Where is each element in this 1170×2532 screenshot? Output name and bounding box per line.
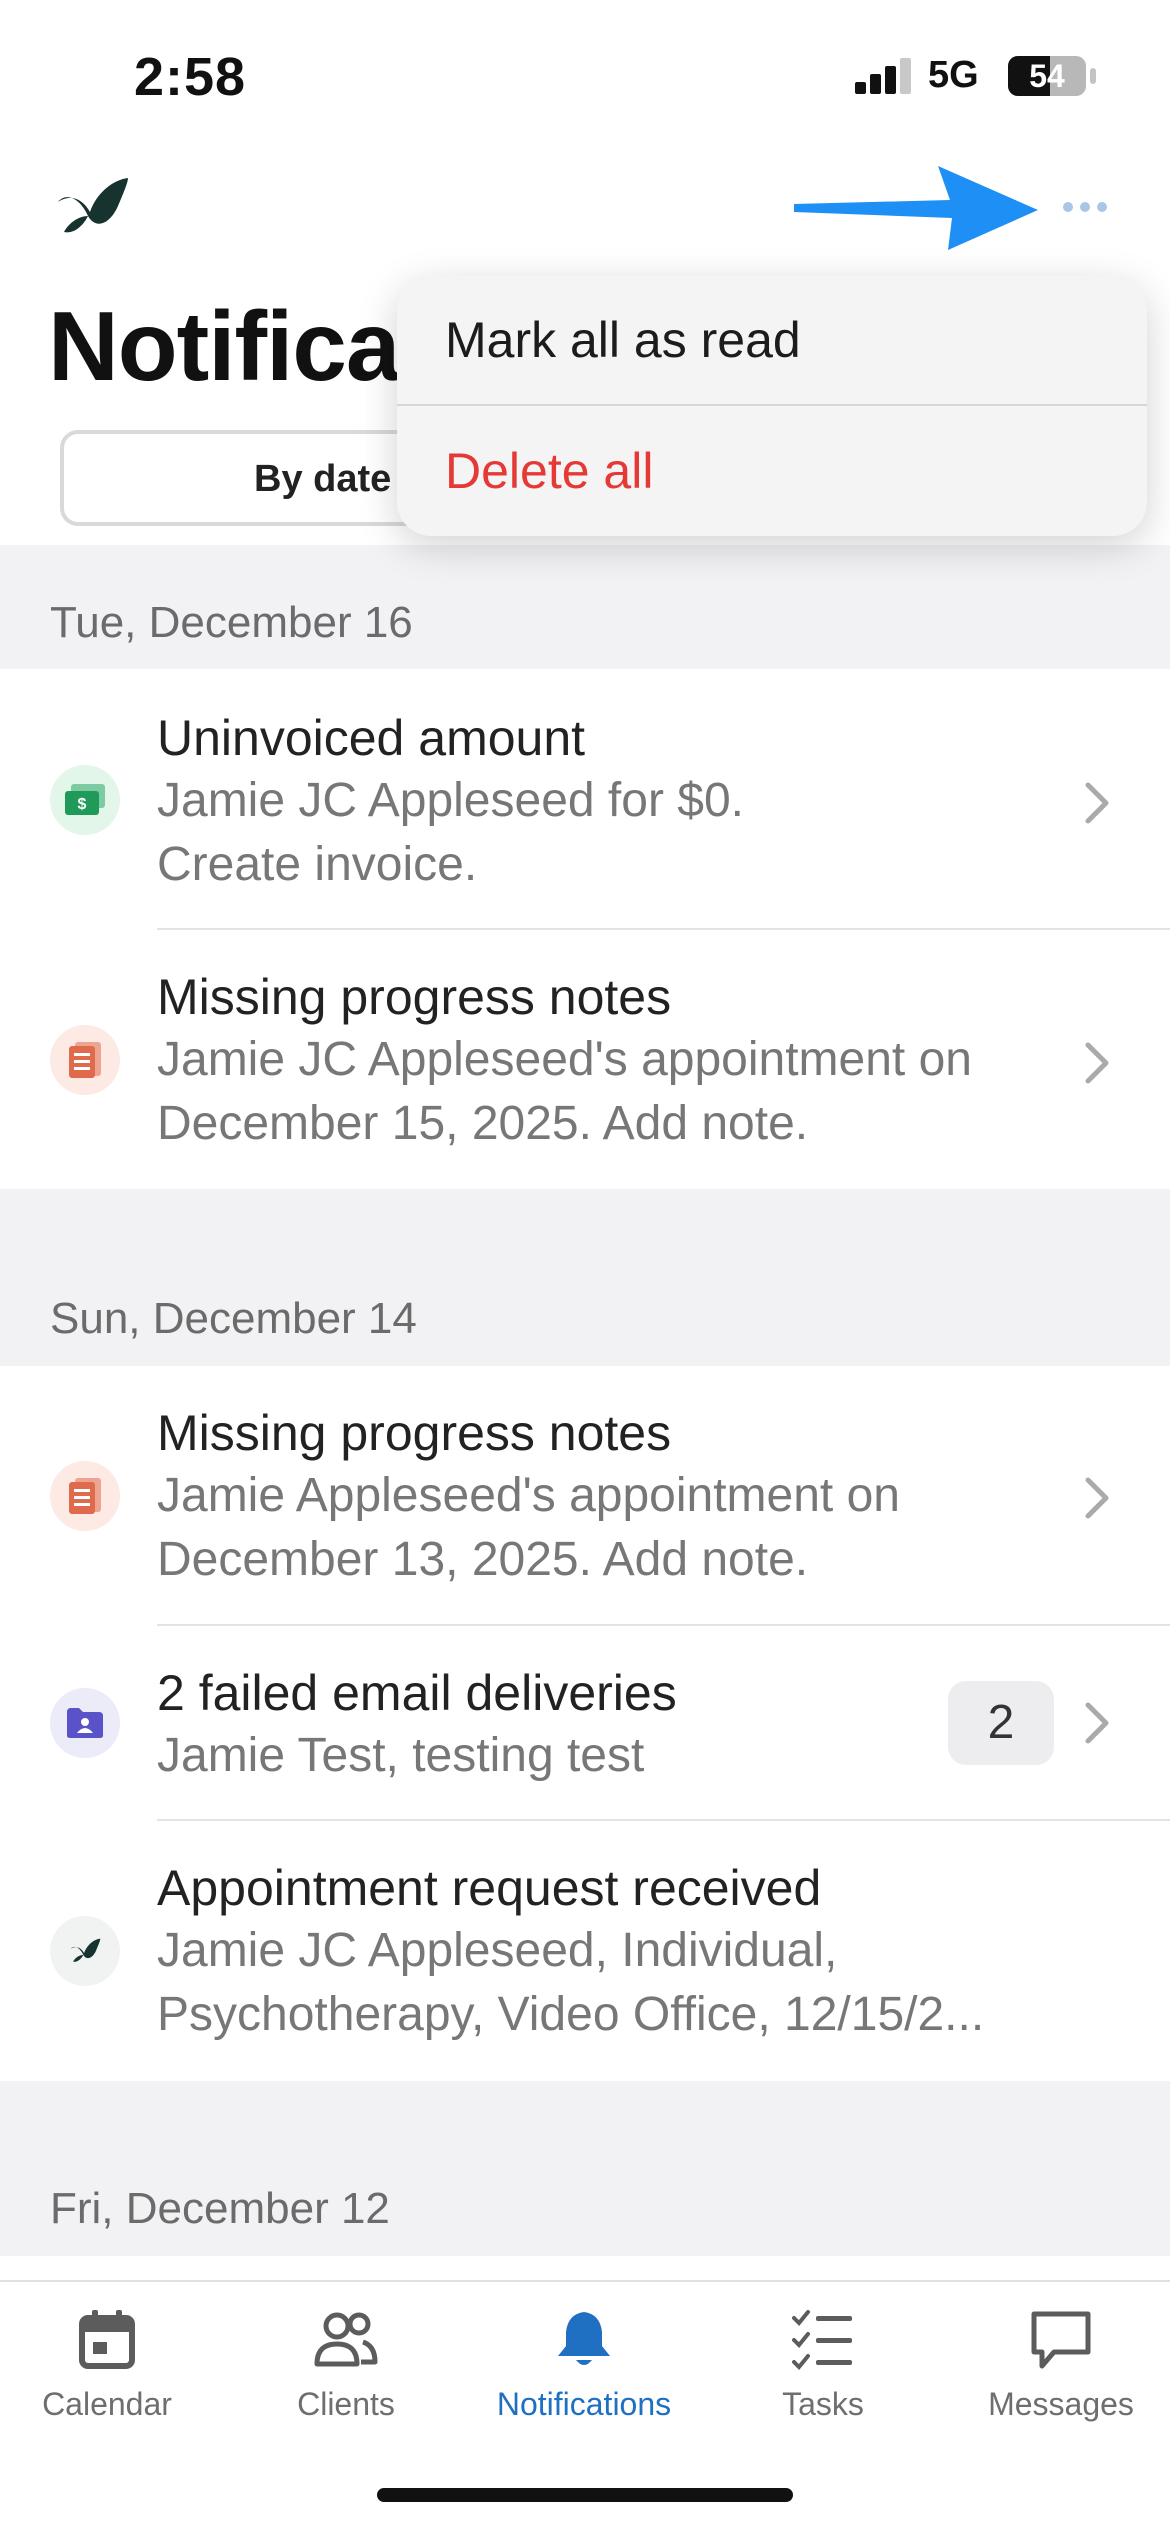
notification-row[interactable]: Missing progress notes Jamie Appleseed's… [0, 1366, 1170, 1626]
checklist-icon [792, 2310, 852, 2370]
tab-notifications[interactable]: Notifications [469, 2308, 699, 2448]
delete-all-menu-item[interactable]: Delete all [397, 406, 1147, 536]
chevron-right-icon [1085, 782, 1109, 824]
notification-row[interactable]: $ Uninvoiced amount Jamie JC Appleseed f… [0, 669, 1170, 930]
battery-cap [1090, 68, 1096, 84]
notification-detail: Jamie JC Appleseed's appointment on [157, 1033, 972, 1086]
section-date-header: Fri, December 12 [50, 2184, 390, 2233]
notification-title: Missing progress notes [157, 1405, 672, 1461]
options-menu: Mark all as read Delete all [397, 276, 1147, 536]
mark-all-read-menu-item[interactable]: Mark all as read [397, 276, 1147, 406]
bell-icon [558, 2312, 610, 2365]
notification-detail: Create invoice. [157, 838, 478, 891]
battery-level: 54 [1029, 58, 1065, 94]
home-indicator [377, 2488, 793, 2502]
battery-icon: 54 [1008, 56, 1086, 96]
notification-detail: Jamie JC Appleseed for $0. [157, 774, 744, 827]
notification-row[interactable]: 2 failed email deliveries Jamie Test, te… [0, 1626, 1170, 1821]
tab-label: Tasks [782, 2386, 864, 2422]
chevron-right-icon [1085, 1477, 1109, 1519]
tab-messages[interactable]: Messages [946, 2308, 1170, 2448]
document-icon [50, 1461, 120, 1531]
status-bar: 2:58 5G 54 [0, 0, 1170, 150]
tab-tasks[interactable]: Tasks [708, 2308, 938, 2448]
annotation-arrow-icon [794, 166, 1038, 250]
notification-group: $ Uninvoiced amount Jamie JC Appleseed f… [0, 669, 1170, 1189]
notification-group: Missing progress notes Jamie Appleseed's… [0, 1366, 1170, 2081]
ellipsis-dot [1097, 202, 1107, 212]
document-icon [50, 1025, 120, 1095]
notification-detail: December 15, 2025. Add note. [157, 1097, 809, 1150]
notification-detail: Jamie JC Appleseed, Individual, [157, 1924, 838, 1977]
chat-bubble-icon [1031, 2311, 1091, 2369]
notification-group [0, 2256, 1170, 2280]
contact-folder-icon [50, 1688, 120, 1758]
notification-detail: Psychotherapy, Video Office, 12/15/2... [157, 1988, 985, 2041]
brand-leaf-icon [50, 1916, 120, 1986]
count-badge: 2 [948, 1681, 1054, 1765]
segment-by-date[interactable]: By date [254, 458, 391, 501]
section-date-header: Sun, December 14 [50, 1294, 417, 1343]
notification-title: Appointment request received [157, 1860, 822, 1916]
notification-title: Uninvoiced amount [157, 710, 586, 766]
notification-detail: Jamie Test, testing test [157, 1729, 645, 1782]
more-options-button[interactable] [1050, 192, 1120, 222]
brand-leaf-icon [58, 178, 128, 233]
tab-label: Notifications [496, 2386, 672, 2422]
chevron-right-icon [1085, 1702, 1109, 1744]
tab-calendar[interactable]: Calendar [0, 2308, 222, 2448]
notification-detail: December 13, 2025. Add note. [157, 1533, 809, 1586]
section-date-header: Tue, December 16 [50, 598, 413, 647]
tab-label: Clients [297, 2386, 395, 2422]
notification-title: 2 failed email deliveries [157, 1665, 677, 1721]
tab-label: Calendar [42, 2386, 172, 2422]
people-icon [314, 2312, 378, 2367]
ellipsis-dot [1080, 202, 1090, 212]
calendar-icon [79, 2310, 135, 2369]
status-time: 2:58 [134, 47, 247, 107]
svg-text:$: $ [78, 796, 87, 813]
tab-clients[interactable]: Clients [231, 2308, 461, 2448]
cellular-signal-icon [855, 58, 915, 94]
ellipsis-dot [1063, 202, 1073, 212]
chevron-right-icon [1085, 1042, 1109, 1084]
network-type: 5G [928, 54, 979, 96]
notification-row[interactable]: Missing progress notes Jamie JC Applesee… [0, 930, 1170, 1189]
notification-title: Missing progress notes [157, 969, 672, 1025]
tab-label: Messages [988, 2386, 1134, 2422]
notification-row[interactable]: Appointment request received Jamie JC Ap… [0, 1821, 1170, 2081]
notification-detail: Jamie Appleseed's appointment on [157, 1469, 900, 1522]
money-icon: $ [50, 765, 120, 835]
